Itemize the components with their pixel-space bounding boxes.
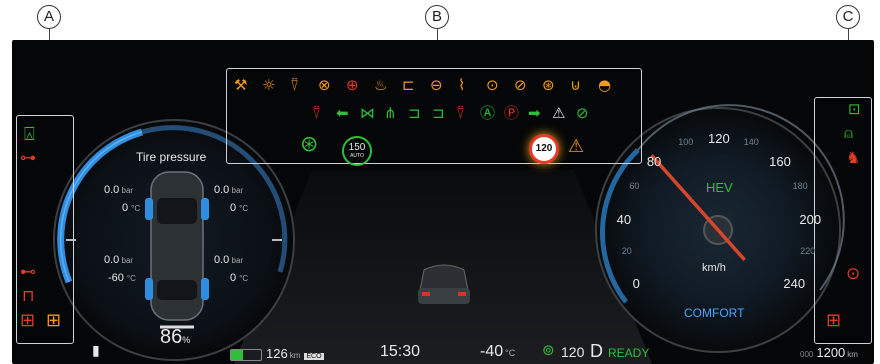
speed-tick-label: 80 <box>646 154 662 170</box>
clock: 15:30 <box>380 343 421 360</box>
speed-tick-label: 240 <box>783 275 806 291</box>
hev-badge: HEV <box>706 180 733 195</box>
gear-indicator: D <box>590 341 603 361</box>
fog-lamp-icon: ⋔ <box>384 104 397 122</box>
tire-rl-pressure: 0.0 bar <box>104 254 134 266</box>
speed-tick-label: 140 <box>743 137 759 147</box>
speed-limit-sign: 120 <box>529 134 559 164</box>
turtle-icon: ◓ <box>598 76 612 94</box>
range-value: 126 km ECO <box>266 346 324 361</box>
airbag-off-icon: ♞ <box>846 148 861 167</box>
sun-lamp-icon: ☼ <box>262 76 276 94</box>
adaptive-limit-sign: 150 AUTO <box>342 136 372 166</box>
door-open-icon: ⍓ <box>24 124 35 145</box>
section-b-row1: ⚒ ☼ ⍢ ⊗ ⊕ ♨ ⊏ ⊖ ⌇ ⊙ ⊘ ⊛ ⊍ ◓ <box>234 78 634 98</box>
trailer-icon: ⊏ <box>402 76 415 94</box>
speed-tick-label: 160 <box>769 154 791 170</box>
battery-amber-icon: ⊞ <box>46 310 62 331</box>
speed-tick-label: 0 <box>632 275 640 291</box>
cruise-speed: 120 <box>561 344 585 360</box>
instrument-cluster: ⍓ ⊶ ⊷ ⊓ ⊞ ⊞ Tire pressure 0.0 bar 0 °C 0.… <box>12 40 874 364</box>
tire-rl-temp: -60 °C <box>108 272 136 284</box>
tire-fl-pressure: 0.0 bar <box>104 184 134 196</box>
steering-wheel-icon: ⊛ <box>300 132 319 157</box>
trailer-green-icon: ⊡ <box>848 100 861 118</box>
esc-off-icon: ⊗ <box>318 76 331 94</box>
speed-tick-label: 40 <box>616 212 632 228</box>
outside-temp: -40 °C <box>480 343 516 360</box>
position-lamp-icon: ⋈ <box>360 104 375 122</box>
parking-brake-icon: Ⓟ <box>504 104 520 122</box>
drive-mode: COMFORT <box>684 306 745 320</box>
high-beam-icon: ⊐ <box>432 104 445 122</box>
auto-hold-icon: Ⓐ <box>480 104 496 122</box>
speed-tick-label: 20 <box>621 245 632 256</box>
person-car-icon: ⍝ <box>844 124 854 142</box>
odometer: 000 1200 km <box>800 345 858 360</box>
tpms-car-icon: ⊕ <box>346 76 359 94</box>
battery-red-icon: ⊞ <box>20 310 36 331</box>
tire-pressure-icon: ⊍ <box>570 76 581 94</box>
turn-left-icon: ⬅ <box>336 104 349 122</box>
speed-tick-label: 220 <box>800 245 816 256</box>
low-beam-icon: ⊐ <box>408 104 421 122</box>
tire-pressure-title: Tire pressure <box>136 150 207 164</box>
ldw-icon: ⌇ <box>458 76 466 94</box>
caution-triangle-icon: ⚠ <box>568 136 585 157</box>
callout-c: C <box>836 5 860 29</box>
tire-rr-pressure: 0.0 bar <box>214 254 244 266</box>
speed-tick-label: 100 <box>678 137 694 147</box>
lead-car <box>418 264 470 304</box>
brake-icon: ⊙ <box>486 76 499 94</box>
car-brake-icon: ⊷ <box>20 262 36 281</box>
turn-right-icon: ➡ <box>528 104 541 122</box>
speed-tick-label: 60 <box>629 180 640 191</box>
lane-off-icon: ⊘ <box>514 76 527 94</box>
ready-indicator: READY <box>608 346 650 360</box>
speed-unit: km/h <box>702 262 726 274</box>
callout-b: B <box>425 5 449 29</box>
steering-icon: ⊛ <box>542 76 555 94</box>
tpms-icon: ⊖ <box>430 76 443 94</box>
oil-icon: ⊓ <box>22 286 35 305</box>
section-c-box <box>814 97 872 344</box>
seatbelt-icon: ⍢ <box>290 76 300 94</box>
percent-readout: 86% <box>160 326 191 348</box>
callout-a: A <box>37 5 61 29</box>
car-topview <box>145 171 209 321</box>
range-battery-bar <box>230 349 262 361</box>
battery-icon: ⊞ <box>826 310 842 331</box>
speed-tick-label: 200 <box>799 212 822 228</box>
door-status-icon: ▮ <box>92 343 100 359</box>
seatbelt-green-icon: ⍢ <box>456 104 466 122</box>
tire-fl-temp: 0 °C <box>122 202 141 214</box>
seatbelt-red-icon: ⍢ <box>312 104 322 122</box>
section-b-row2: ⍢ ⬅ ⋈ ⋔ ⊐ ⊐ ⍢ Ⓐ Ⓟ ➡ ⚠ ⊘ <box>312 106 602 126</box>
tire-rr-temp: 0 °C <box>230 272 249 284</box>
tire-fr-pressure: 0.0 bar <box>214 184 244 196</box>
speed-tick-label: 180 <box>792 180 808 191</box>
cruise-icon: ⊚ <box>542 341 555 359</box>
warning-triangle-icon: ⚠ <box>552 104 566 122</box>
tire-warning-icon: ⊙ <box>846 264 861 284</box>
wrench-icon: ⚒ <box>234 76 248 94</box>
airbag-icon: ♨ <box>374 76 388 94</box>
tire-fr-temp: 0 °C <box>230 202 249 214</box>
car-distance-icon: ⊶ <box>20 148 36 167</box>
speed-tick-label: 120 <box>708 131 730 146</box>
no-entry-icon: ⊘ <box>576 104 589 122</box>
